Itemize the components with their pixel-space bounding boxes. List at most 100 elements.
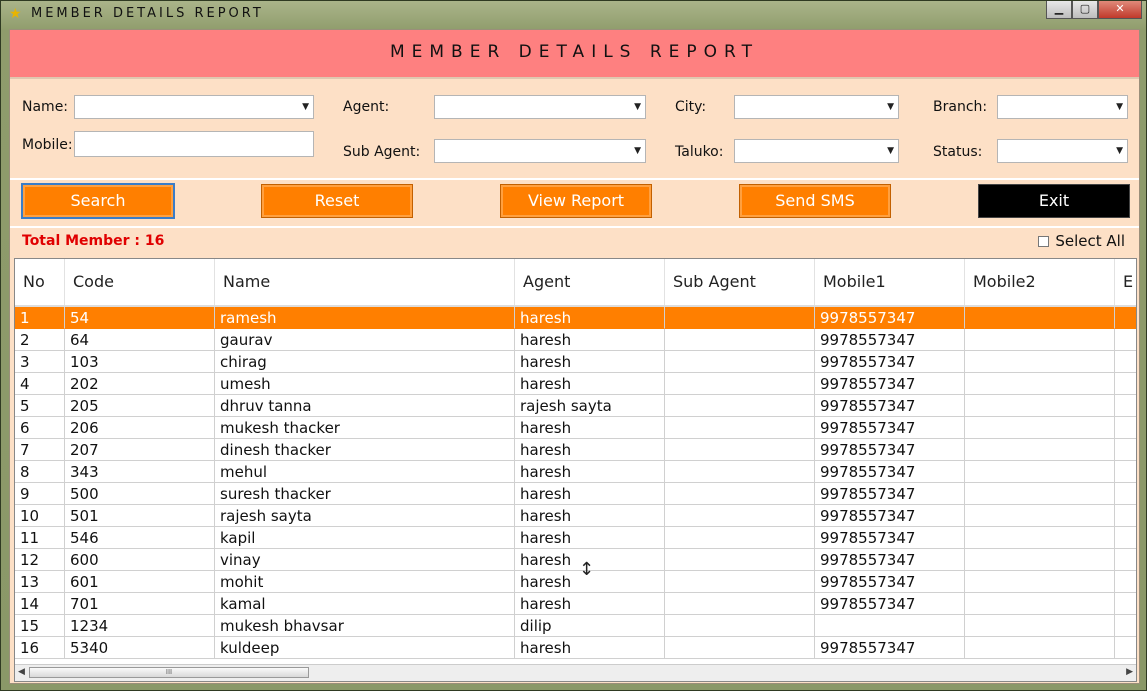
cell-no: 2 [15, 329, 65, 351]
cell-sub-agent [665, 439, 815, 461]
cell-mobile2 [965, 439, 1115, 461]
taluko-combo[interactable]: ▼ [734, 139, 899, 163]
cell-code: 546 [65, 527, 215, 549]
cell-mobile1: 9978557347 [815, 395, 965, 417]
mobile-field[interactable] [74, 131, 314, 157]
agent-label: Agent: [343, 99, 390, 115]
scroll-left-icon[interactable]: ◀ [18, 667, 25, 677]
cell-e [1115, 417, 1136, 439]
agent-combo[interactable]: ▼ [434, 95, 646, 119]
table-row[interactable]: 15 1234 mukesh bhavsar dilip [15, 615, 1136, 637]
checkbox-icon[interactable] [1038, 235, 1050, 247]
name-label: Name: [22, 99, 69, 115]
close-button[interactable]: ✕ [1098, 1, 1142, 19]
header-col-agent[interactable]: Agent [515, 259, 665, 305]
table-row[interactable]: 13 601 mohit haresh 9978557347 [15, 571, 1136, 593]
scroll-thumb[interactable]: III [29, 667, 309, 678]
table-row[interactable]: 3 103 chirag haresh 9978557347 [15, 351, 1136, 373]
table-row[interactable]: 5 205 dhruv tanna rajesh sayta 9978557347 [15, 395, 1136, 417]
cell-sub-agent [665, 461, 815, 483]
send-sms-button[interactable]: Send SMS [739, 184, 891, 218]
minimize-button[interactable]: ▁ [1046, 1, 1072, 19]
cell-mobile2 [965, 373, 1115, 395]
cell-name: vinay [215, 549, 515, 571]
cell-e [1115, 373, 1136, 395]
name-combo[interactable]: ▼ [74, 95, 314, 119]
cell-code: 205 [65, 395, 215, 417]
table-row[interactable]: 7 207 dinesh thacker haresh 9978557347 [15, 439, 1136, 461]
cell-code: 202 [65, 373, 215, 395]
cell-e [1115, 307, 1136, 329]
app-window: ★ MEMBER DETAILS REPORT ▁ ▢ ✕ MEMBER DET… [0, 0, 1147, 691]
cell-code: 500 [65, 483, 215, 505]
header-col-sub-agent[interactable]: Sub Agent [665, 259, 815, 305]
cell-e [1115, 527, 1136, 549]
cell-sub-agent [665, 637, 815, 659]
table-row[interactable]: 9 500 suresh thacker haresh 9978557347 [15, 483, 1136, 505]
cell-no: 15 [15, 615, 65, 637]
maximize-button[interactable]: ▢ [1072, 1, 1098, 19]
cell-mobile1: 9978557347 [815, 373, 965, 395]
cell-e [1115, 395, 1136, 417]
header-col-no[interactable]: No [15, 259, 65, 305]
table-row[interactable]: 12 600 vinay haresh 9978557347 [15, 549, 1136, 571]
table-row[interactable]: 10 501 rajesh sayta haresh 9978557347 [15, 505, 1136, 527]
chevron-down-icon: ▼ [887, 146, 894, 156]
sub-agent-combo[interactable]: ▼ [434, 139, 646, 163]
cell-mobile1: 9978557347 [815, 307, 965, 329]
table-row[interactable]: 6 206 mukesh thacker haresh 9978557347 [15, 417, 1136, 439]
select-all-label: Select All [1055, 232, 1125, 250]
cell-sub-agent [665, 395, 815, 417]
cell-sub-agent [665, 351, 815, 373]
search-button[interactable]: Search [21, 183, 175, 219]
cell-code: 1234 [65, 615, 215, 637]
branch-combo[interactable]: ▼ [997, 95, 1128, 119]
header-col-mobile2[interactable]: Mobile2 [965, 259, 1115, 305]
member-table[interactable]: No Code Name Agent Sub Agent Mobile1 Mobile2 E … [14, 258, 1137, 682]
title-bar[interactable]: ★ MEMBER DETAILS REPORT ▁ ▢ ✕ [1, 1, 1146, 27]
header-col-e[interactable]: E [1115, 259, 1136, 305]
cell-no: 14 [15, 593, 65, 615]
cell-code: 103 [65, 351, 215, 373]
cell-sub-agent [665, 329, 815, 351]
cell-no: 11 [15, 527, 65, 549]
cell-agent: haresh [515, 505, 665, 527]
city-combo[interactable]: ▼ [734, 95, 899, 119]
cell-mobile1: 9978557347 [815, 351, 965, 373]
cell-code: 64 [65, 329, 215, 351]
cell-mobile2 [965, 395, 1115, 417]
table-row[interactable]: 1 54 ramesh haresh 9978557347 [15, 307, 1136, 329]
cell-sub-agent [665, 527, 815, 549]
cell-mobile2 [965, 505, 1115, 527]
status-combo[interactable]: ▼ [997, 139, 1128, 163]
cell-code: 343 [65, 461, 215, 483]
cell-name: mohit [215, 571, 515, 593]
table-row[interactable]: 14 701 kamal haresh 9978557347 [15, 593, 1136, 615]
cell-mobile1: 9978557347 [815, 571, 965, 593]
table-row[interactable]: 4 202 umesh haresh 9978557347 [15, 373, 1136, 395]
cell-no: 4 [15, 373, 65, 395]
horizontal-scrollbar[interactable]: ◀ III ▶ [15, 664, 1136, 681]
scroll-right-icon[interactable]: ▶ [1126, 667, 1133, 677]
header-col-mobile1[interactable]: Mobile1 [815, 259, 965, 305]
cell-name: mehul [215, 461, 515, 483]
window-title: MEMBER DETAILS REPORT [31, 6, 264, 21]
cell-mobile2 [965, 483, 1115, 505]
cell-code: 207 [65, 439, 215, 461]
reset-button[interactable]: Reset [261, 184, 413, 218]
action-bar: Search Reset View Report Send SMS Exit [10, 180, 1139, 228]
chevron-down-icon: ▼ [887, 102, 894, 112]
header-col-name[interactable]: Name [215, 259, 515, 305]
cell-mobile1 [815, 615, 965, 637]
table-row[interactable]: 11 546 kapil haresh 9978557347 [15, 527, 1136, 549]
table-row[interactable]: 2 64 gaurav haresh 9978557347 [15, 329, 1136, 351]
chevron-down-icon: ▼ [1116, 146, 1123, 156]
table-row[interactable]: 8 343 mehul haresh 9978557347 [15, 461, 1136, 483]
report-header: MEMBER DETAILS REPORT [10, 30, 1139, 79]
table-row[interactable]: 16 5340 kuldeep haresh 9978557347 [15, 637, 1136, 659]
select-all-checkbox[interactable]: Select All [1038, 232, 1125, 250]
header-col-code[interactable]: Code [65, 259, 215, 305]
view-report-button[interactable]: View Report [500, 184, 652, 218]
exit-button[interactable]: Exit [978, 184, 1130, 218]
cell-no: 3 [15, 351, 65, 373]
